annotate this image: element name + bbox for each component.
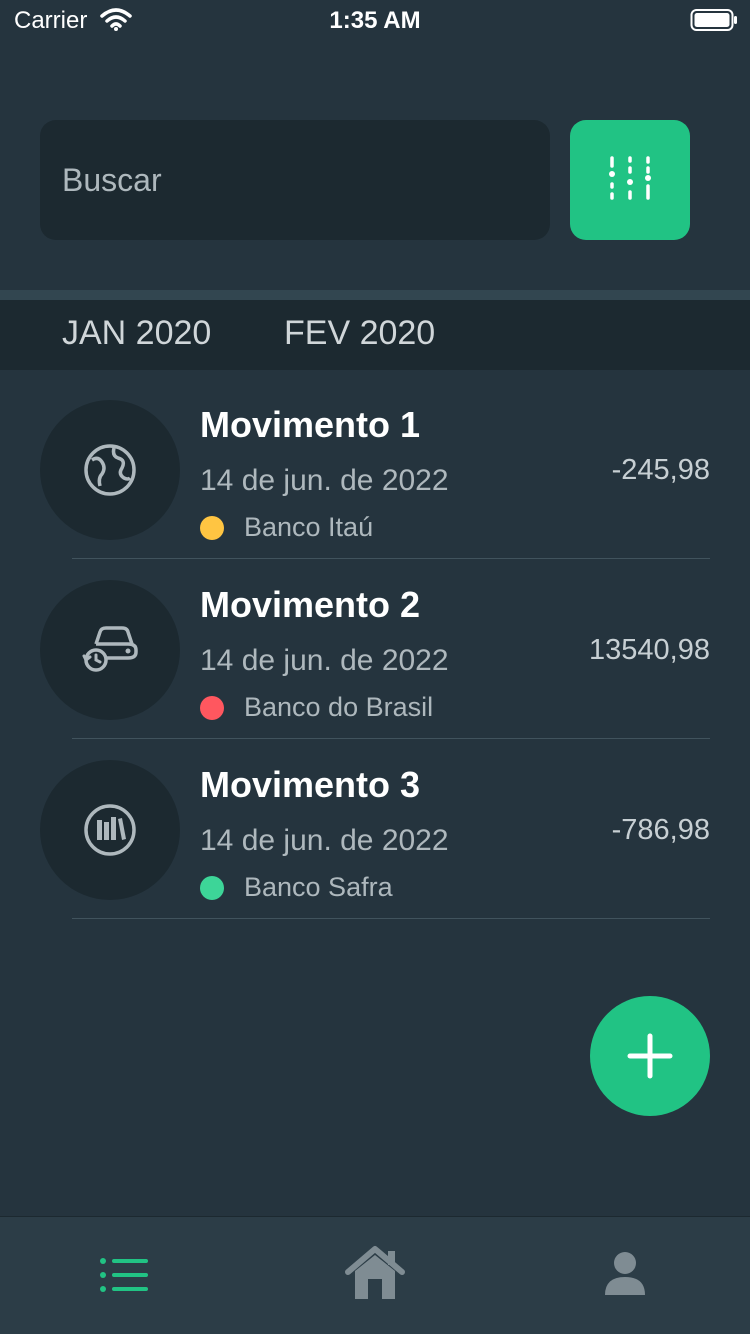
transaction-amount: 13540,98 bbox=[589, 634, 710, 666]
list-item[interactable]: Movimento 3 14 de jun. de 2022 Banco Saf… bbox=[0, 730, 750, 919]
header-divider bbox=[0, 290, 750, 300]
month-tabs: JAN 2020 FEV 2020 bbox=[0, 300, 750, 370]
transactions-screen: Carrier 1:35 AM Buscar JAN 2020 FEV 2020… bbox=[0, 0, 750, 1334]
search-box[interactable] bbox=[40, 120, 550, 240]
list-item[interactable]: Movimento 2 14 de jun. de 2022 Banco do … bbox=[0, 550, 750, 739]
transaction-amount: -245,98 bbox=[611, 454, 710, 486]
transaction-title: Movimento 3 bbox=[200, 764, 421, 805]
row-separator bbox=[72, 918, 710, 919]
transaction-amount: -786,98 bbox=[611, 814, 710, 846]
status-bar: Carrier 1:35 AM bbox=[0, 0, 750, 40]
add-transaction-button[interactable] bbox=[590, 996, 710, 1116]
tab-month-fev-2020[interactable]: FEV 2020 bbox=[284, 314, 435, 353]
sliders-icon bbox=[609, 156, 651, 200]
list-item[interactable]: Movimento 1 14 de jun. de 2022 Banco Ita… bbox=[0, 370, 750, 559]
tab-transactions[interactable] bbox=[0, 1217, 250, 1334]
tab-profile[interactable] bbox=[500, 1217, 750, 1334]
bank-color-dot bbox=[200, 516, 224, 540]
transaction-title: Movimento 2 bbox=[200, 584, 421, 625]
transaction-date: 14 de jun. de 2022 bbox=[200, 824, 449, 857]
bottom-tab-bar bbox=[0, 1216, 750, 1334]
plus-icon bbox=[627, 1033, 673, 1079]
globe-icon bbox=[84, 444, 136, 496]
clock: 1:35 AM bbox=[329, 7, 421, 34]
car-history-icon bbox=[82, 626, 138, 672]
search-input[interactable] bbox=[40, 120, 550, 240]
category-avatar bbox=[40, 760, 180, 900]
bank-color-dot bbox=[200, 696, 224, 720]
transaction-date: 14 de jun. de 2022 bbox=[200, 644, 449, 677]
home-icon bbox=[345, 1246, 405, 1299]
user-icon bbox=[605, 1252, 645, 1295]
category-avatar bbox=[40, 400, 180, 540]
tab-home[interactable] bbox=[250, 1217, 500, 1334]
transaction-date: 14 de jun. de 2022 bbox=[200, 464, 449, 497]
bank-color-dot bbox=[200, 876, 224, 900]
library-icon bbox=[84, 804, 136, 856]
transaction-title: Movimento 1 bbox=[200, 404, 421, 445]
search-header bbox=[0, 40, 750, 290]
bank-name: Banco do Brasil bbox=[244, 692, 434, 722]
battery-icon bbox=[690, 9, 737, 31]
list-icon bbox=[100, 1258, 148, 1292]
filter-button[interactable] bbox=[570, 120, 690, 240]
bank-name: Banco Safra bbox=[244, 872, 393, 902]
category-avatar bbox=[40, 580, 180, 720]
bank-name: Banco Itaú bbox=[244, 512, 374, 542]
tab-month-jan-2020[interactable]: JAN 2020 bbox=[62, 314, 211, 353]
